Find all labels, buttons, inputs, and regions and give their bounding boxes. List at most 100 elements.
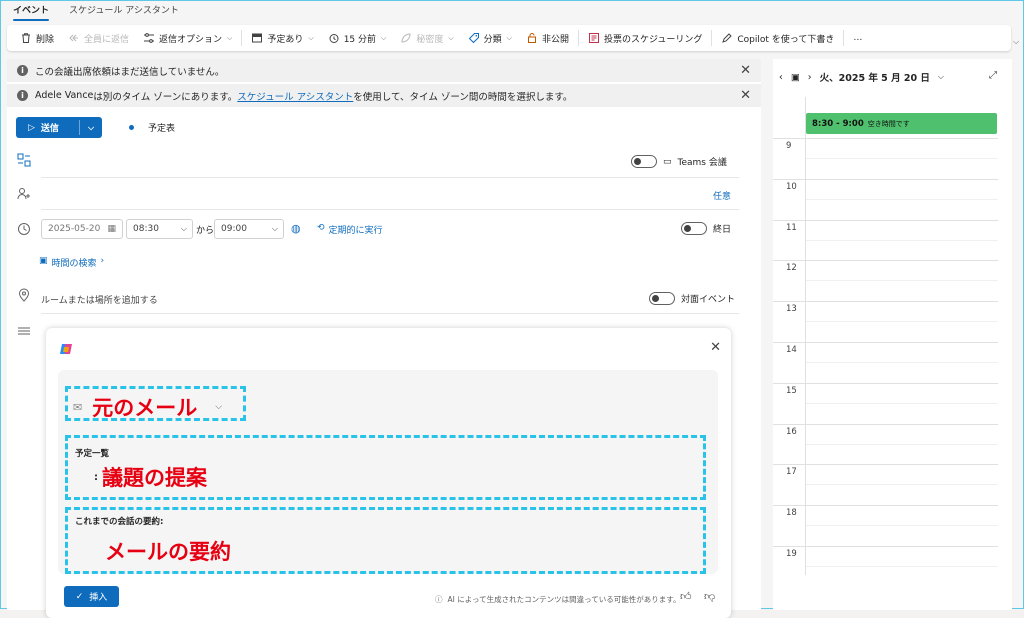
hour-label: 19: [786, 549, 797, 559]
more-button[interactable]: …: [846, 25, 869, 51]
source-email-dropdown[interactable]: ✉ 元のメール ⌵: [73, 392, 222, 422]
divider: [578, 30, 579, 46]
in-person-row: 対面イベント: [649, 292, 735, 305]
summary-label: メールの要約: [105, 540, 231, 564]
sensitivity-label: 秘密度: [416, 34, 444, 45]
clock-icon: [18, 223, 30, 235]
private-label: 非公開: [541, 34, 569, 45]
expand-icon[interactable]: ⤢: [989, 70, 997, 81]
recurring-label: 定期的に実行: [328, 226, 383, 236]
title-icon: [17, 153, 31, 167]
close-icon[interactable]: ✕: [740, 89, 751, 102]
show-as-label: 予定あり: [267, 34, 304, 45]
end-time-value: 09:00: [221, 224, 247, 234]
poll-label: 投票のスケジューリング: [604, 34, 703, 45]
teams-toggle[interactable]: [631, 155, 657, 168]
poll-button[interactable]: 投票のスケジューリング: [581, 25, 709, 51]
copilot-draft-button[interactable]: Copilot を使って下書き: [714, 25, 841, 51]
hour-label: 17: [786, 467, 797, 478]
chevron-down-icon: ⌵: [506, 33, 512, 42]
video-icon: ▭: [663, 156, 672, 167]
time-gutter-line: [805, 97, 806, 575]
info-icon: i: [17, 65, 28, 76]
poll-icon: [589, 33, 599, 43]
categorize-dropdown[interactable]: 分類 ⌵: [461, 25, 519, 51]
close-icon[interactable]: ✕: [740, 64, 751, 77]
insert-button[interactable]: ✓ 挿入: [64, 586, 119, 607]
busy-icon: [252, 33, 263, 43]
chevron-down-icon: ⌵: [448, 33, 454, 42]
in-person-toggle[interactable]: [649, 292, 675, 305]
app-window: イベント スケジュール アシスタント 削除 全員に返信 返信オプション ⌵ 予定…: [0, 0, 1024, 618]
start-time-value: 08:30: [133, 224, 159, 234]
delete-label: 削除: [36, 34, 55, 45]
half-hour-line: [806, 566, 998, 567]
calendar-selector[interactable]: 予定表: [129, 121, 175, 134]
thumbs-down-icon[interactable]: 👎︎: [704, 590, 715, 603]
reminder-dropdown[interactable]: 15 分前 ⌵: [321, 25, 394, 51]
all-day-toggle[interactable]: [681, 222, 707, 235]
scheduling-assistant-link[interactable]: スケジュール アシスタント: [237, 89, 353, 103]
show-as-dropdown[interactable]: 予定あり ⌵: [244, 25, 320, 51]
reminder-label: 15 分前: [343, 34, 377, 45]
event-status: 空き時間です: [867, 119, 910, 128]
calendar-color-dot: [129, 125, 134, 130]
chevron-down-icon[interactable]: ⌵: [80, 123, 102, 133]
end-time-field[interactable]: 09:00 ⌵: [214, 219, 284, 239]
start-date-field[interactable]: 2025-05-20 ▦: [41, 219, 123, 239]
sensitivity-dropdown[interactable]: 秘密度 ⌵: [393, 25, 460, 51]
optional-attendees-link[interactable]: 任意: [713, 189, 731, 202]
chevron-down-icon[interactable]: ⌵: [938, 72, 944, 82]
pen-sparkle-icon: [722, 33, 733, 43]
globe-icon[interactable]: ◍: [291, 222, 301, 235]
response-options-button[interactable]: 返信オプション ⌵: [136, 25, 239, 51]
divider: [41, 313, 739, 314]
chevron-left-icon[interactable]: ‹: [779, 72, 783, 83]
half-hour-line: [806, 321, 998, 323]
divider: [241, 30, 243, 46]
ai-disclaimer: ⓘ AI によって生成されたコンテンツは間違っている可能性があります。: [435, 594, 681, 605]
tab-scheduling-assistant[interactable]: スケジュール アシスタント: [69, 1, 179, 23]
location-input[interactable]: ルームまたは場所を追加する: [41, 293, 158, 306]
half-hour-line: [806, 198, 998, 200]
calendar-date-title[interactable]: 火、2025 年 5 月 20 日: [820, 70, 930, 84]
recurring-button[interactable]: ⟲ 定期的に実行: [317, 223, 383, 236]
hour-label: 15: [786, 385, 797, 396]
chevron-down-icon: ⌵: [180, 224, 187, 233]
hour-line: [773, 464, 998, 466]
repeat-icon: ⟲: [317, 223, 325, 233]
copilot-draft-area: ✉ 元のメール ⌵ 予定一覧 : 議題の提案 これまでの会話の要約: メールの要…: [58, 370, 718, 574]
private-button[interactable]: 非公開: [519, 25, 576, 51]
half-hour-line: [806, 239, 998, 241]
chevron-down-icon: ⌵: [227, 33, 233, 42]
chevron-right-icon[interactable]: ›: [808, 72, 812, 83]
delete-button[interactable]: 削除: [13, 25, 61, 51]
location-icon: [18, 288, 30, 302]
close-icon[interactable]: ✕: [710, 340, 721, 355]
time-search-button[interactable]: ▣ 時間の検索 ›: [39, 256, 104, 269]
calendar-event[interactable]: 8:30 - 9:00 空き時間です: [806, 113, 997, 134]
ribbon-tabs: イベント スケジュール アシスタント: [1, 1, 1023, 23]
hour-line: [773, 505, 998, 507]
all-day-label: 終日: [713, 225, 732, 235]
hour-line: [773, 423, 998, 425]
today-icon[interactable]: ▣: [791, 72, 800, 83]
half-hour-line: [806, 525, 998, 527]
start-time-field[interactable]: 08:30 ⌵: [126, 219, 193, 239]
divider: [711, 30, 713, 46]
send-button[interactable]: ▷ 送信 ⌵: [16, 117, 102, 138]
divider: [41, 177, 739, 178]
half-hour-line: [806, 280, 998, 282]
lock-icon: [527, 33, 536, 43]
half-hour-line: [806, 402, 998, 404]
source-email-label: 元のメール: [92, 396, 198, 420]
tab-event[interactable]: イベント: [13, 1, 50, 23]
chevron-down-icon[interactable]: ⌵: [1013, 37, 1019, 47]
calendar-name: 予定表: [148, 124, 176, 134]
half-hour-line: [806, 158, 998, 159]
all-day-row: 終日: [681, 222, 731, 235]
calendar-search-icon: ▣: [39, 256, 48, 266]
compose-pane: i この会議出席依頼はまだ送信していません。 ✕ i Adele Vance は…: [7, 59, 761, 618]
reply-all-button[interactable]: 全員に返信: [61, 25, 136, 51]
thumbs-up-icon[interactable]: 👍︎: [680, 590, 692, 603]
